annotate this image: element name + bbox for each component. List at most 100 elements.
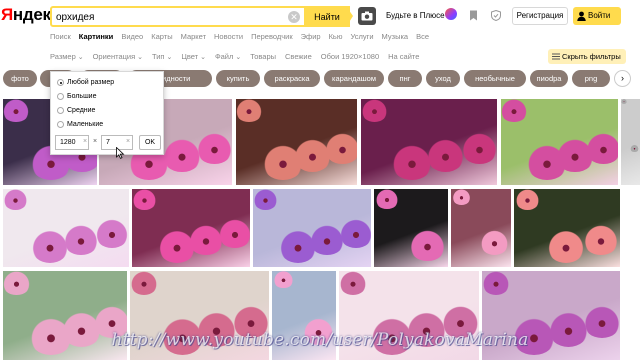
size-option-label: Большие <box>67 93 97 100</box>
custom-size-inputs: × × × OK <box>55 135 161 151</box>
plus-icon[interactable] <box>445 8 457 20</box>
orchid-flower <box>482 271 511 296</box>
camera-icon[interactable] <box>358 7 376 25</box>
orchid-flower <box>3 99 30 123</box>
orchid-image-thumbnail[interactable] <box>361 99 497 185</box>
filter-link[interactable]: Свежие <box>285 52 312 64</box>
find-button[interactable]: Найти <box>304 6 350 27</box>
service-tab[interactable]: Видео <box>121 32 143 44</box>
ok-button[interactable]: OK <box>139 135 161 150</box>
size-option-label: Маленькие <box>67 121 104 128</box>
orchid-flower <box>95 219 129 248</box>
filter-dropdown[interactable]: Файл <box>215 52 241 64</box>
clear-width-icon[interactable]: × <box>83 138 87 145</box>
tag-chip[interactable]: раскраска <box>264 70 320 87</box>
service-tab[interactable]: Карты <box>151 32 172 44</box>
search-input[interactable] <box>56 10 276 24</box>
service-tab[interactable]: Все <box>416 32 429 44</box>
header: Яндекс ✕ Найти Будьте в Плюсе Регистраци… <box>0 0 640 30</box>
orchid-flower <box>273 271 294 289</box>
tag-chip[interactable]: пнг <box>388 70 422 87</box>
size-option[interactable]: Средние <box>57 105 95 116</box>
tag-chip[interactable]: фото <box>3 70 37 87</box>
filter-link[interactable]: Обои 1920×1080 <box>321 52 379 64</box>
orchid-image-thumbnail[interactable] <box>451 189 511 267</box>
radio-icon[interactable] <box>57 107 64 114</box>
service-nav: Поиск Картинки Видео Карты Маркет Новости Пере… <box>50 32 437 44</box>
size-filter-popup: × × × OK Любой размер Большие Средние Мален… <box>50 71 164 155</box>
watermark: http://www.youtube.com/user/PolyakovaMar… <box>111 330 529 350</box>
bookmark-icon[interactable] <box>469 10 478 21</box>
logo-ya: Я <box>1 5 13 24</box>
orchid-flower <box>585 132 618 164</box>
chevron-right-icon[interactable]: › <box>614 70 631 87</box>
plus-promo-text[interactable]: Будьте в Плюсе <box>386 11 445 20</box>
orchid-flower <box>132 189 157 211</box>
orchid-flower <box>339 271 368 296</box>
service-tab[interactable]: Музыка <box>382 32 409 44</box>
filter-dropdown[interactable]: Ориентация <box>93 52 143 64</box>
service-tab[interactable]: Кью <box>329 32 343 44</box>
orchid-flower <box>479 230 510 256</box>
tag-chip[interactable]: необычные <box>464 70 526 87</box>
orchid-flower <box>130 271 159 296</box>
orchid-image-thumbnail[interactable] <box>621 99 640 185</box>
clear-icon[interactable]: ✕ <box>288 11 300 23</box>
service-tab[interactable]: Маркет <box>181 32 206 44</box>
tag-chip[interactable]: png <box>572 70 610 87</box>
service-tab[interactable]: Переводчик <box>251 32 293 44</box>
user-icon <box>577 11 586 21</box>
orchid-image-thumbnail[interactable] <box>236 99 357 185</box>
filter-dropdown[interactable]: Размер <box>50 52 84 64</box>
orchid-flower <box>460 132 497 164</box>
orchid-flower <box>3 189 28 211</box>
size-option[interactable]: Большие <box>57 91 96 102</box>
orchid-flower <box>253 189 278 211</box>
service-tab[interactable]: Новости <box>214 32 243 44</box>
orchid-image-thumbnail[interactable] <box>501 99 618 185</box>
orchid-flower <box>63 224 100 256</box>
orchid-flower <box>218 219 250 248</box>
orchid-image-thumbnail[interactable] <box>3 189 129 267</box>
orchid-flower <box>546 230 586 263</box>
orchid-flower <box>361 99 389 123</box>
tag-chip[interactable]: купить <box>216 70 260 87</box>
search-box: ✕ Найти <box>50 6 350 27</box>
service-tab[interactable]: Услуги <box>350 32 373 44</box>
radio-icon[interactable] <box>57 121 64 128</box>
tag-chip[interactable]: уход <box>426 70 460 87</box>
hide-filters-button[interactable]: Скрыть фильтры <box>548 49 626 64</box>
size-option-label: Любой размер <box>67 79 115 86</box>
radio-icon[interactable] <box>57 93 64 100</box>
register-button[interactable]: Регистрация <box>512 7 568 25</box>
orchid-flower <box>339 219 371 248</box>
times-sign: × <box>93 138 98 145</box>
orchid-flower <box>3 271 31 296</box>
radio-icon[interactable] <box>57 79 64 86</box>
hide-filters-label: Скрыть фильтры <box>562 52 621 61</box>
orchid-image-thumbnail[interactable] <box>132 189 250 267</box>
filter-link[interactable]: На сайте <box>388 52 419 64</box>
size-option-label: Средние <box>67 107 96 114</box>
service-tab[interactable]: Эфир <box>301 32 321 44</box>
orchid-flower <box>409 230 446 262</box>
filter-dropdown[interactable]: Цвет <box>181 52 206 64</box>
orchid-flower <box>630 144 640 153</box>
orchid-flower <box>425 138 466 173</box>
filter-link[interactable]: Товары <box>250 52 276 64</box>
orchid-image-thumbnail[interactable] <box>514 189 620 267</box>
shield-icon[interactable] <box>491 10 501 21</box>
filter-dropdown[interactable]: Тип <box>152 52 172 64</box>
size-option[interactable]: Любой размер <box>57 77 114 88</box>
orchid-image-thumbnail[interactable] <box>253 189 371 267</box>
service-tab[interactable]: Поиск <box>50 32 71 44</box>
orchid-flower <box>621 99 628 105</box>
orchid-image-thumbnail[interactable] <box>374 189 448 267</box>
login-button[interactable]: Войти <box>573 7 621 25</box>
size-option[interactable]: Маленькие <box>57 119 103 130</box>
tag-chip[interactable]: карандашом <box>324 70 384 87</box>
filter-row: Размер Ориентация Тип Цвет Файл Товары Свежие О… <box>50 52 428 64</box>
service-tab[interactable]: Картинки <box>79 32 114 44</box>
tag-chip[interactable]: пиоdра <box>530 70 568 87</box>
clear-height-icon[interactable]: × <box>126 138 130 145</box>
